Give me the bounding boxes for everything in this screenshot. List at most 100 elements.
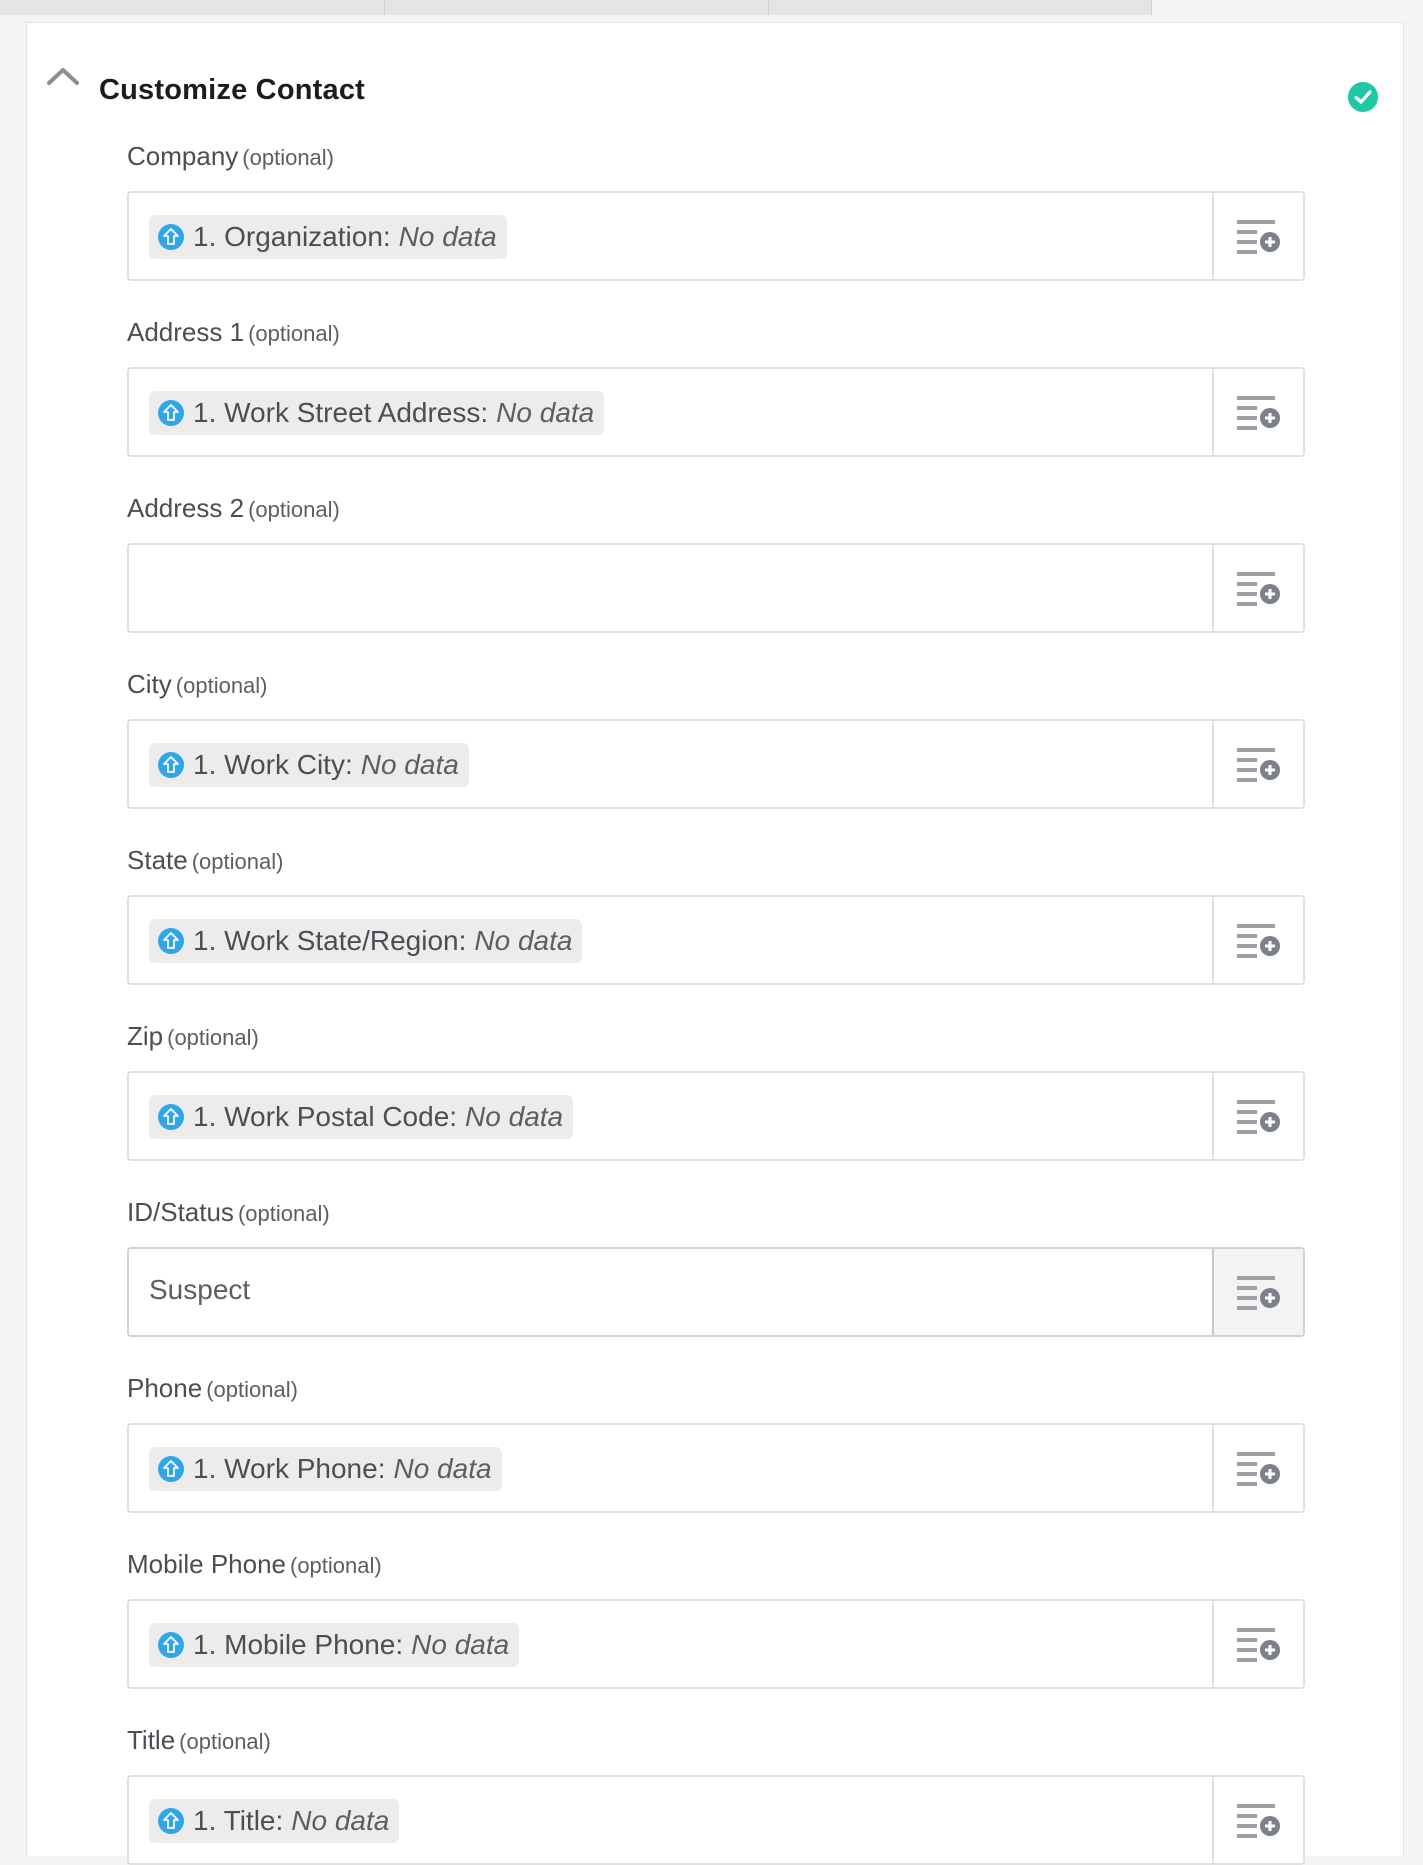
app-step-icon — [158, 1104, 184, 1130]
insert-data-button[interactable] — [1212, 721, 1303, 807]
input-area[interactable]: 1. Work State/Region: No data — [129, 897, 1212, 983]
field-label-text: Address 2 — [127, 493, 245, 523]
insert-data-button[interactable] — [1212, 1777, 1303, 1863]
list-add-icon — [1237, 1276, 1280, 1310]
company-input[interactable]: 1. Organization: No data — [127, 191, 1305, 281]
mobile-phone-input[interactable]: 1. Mobile Phone: No data — [127, 1599, 1305, 1689]
mapped-field-value: No data — [360, 749, 459, 780]
section-header[interactable]: Customize Contact — [27, 23, 1403, 121]
field-label-text: Title — [127, 1725, 176, 1755]
field-label-text: Phone — [127, 1373, 203, 1403]
list-add-icon — [1237, 1100, 1280, 1134]
optional-marker: (optional) — [206, 1377, 298, 1402]
insert-data-button[interactable] — [1212, 193, 1303, 279]
list-add-icon — [1237, 1452, 1280, 1486]
app-step-icon — [158, 1808, 184, 1834]
mapped-field-name: 1. Work City: — [193, 749, 353, 780]
insert-data-button[interactable] — [1212, 897, 1303, 983]
app-step-icon — [158, 400, 184, 426]
address-2-input[interactable] — [127, 543, 1305, 633]
mapped-field-pill[interactable]: 1. Title: No data — [149, 1799, 400, 1843]
list-add-icon — [1237, 924, 1280, 958]
list-add-icon — [1237, 748, 1280, 782]
mapped-field-value: No data — [474, 925, 573, 956]
tab-segment[interactable] — [385, 0, 769, 15]
field-label-text: Address 1 — [127, 317, 245, 347]
input-area[interactable]: 1. Work Phone: No data — [129, 1425, 1212, 1511]
input-area[interactable]: 1. Mobile Phone: No data — [129, 1601, 1212, 1687]
field-label: Mobile Phone (optional) — [127, 1549, 382, 1589]
insert-data-button[interactable] — [1212, 369, 1303, 455]
id-status-input[interactable]: Suspect — [127, 1247, 1305, 1337]
mapped-field-pill[interactable]: 1. Work Phone: No data — [149, 1447, 502, 1491]
collapse-button[interactable] — [45, 63, 85, 93]
field-label: ID/Status (optional) — [127, 1197, 330, 1237]
mapped-field-name: 1. Work State/Region: — [193, 925, 467, 956]
section-title: Customize Contact — [99, 74, 366, 106]
field-label-text: State — [127, 845, 188, 875]
chevron-up-icon — [47, 68, 79, 85]
input-area[interactable]: 1. Organization: No data — [129, 193, 1212, 279]
list-add-icon — [1237, 1804, 1280, 1838]
optional-marker: (optional) — [237, 1201, 330, 1226]
insert-data-button[interactable] — [1212, 545, 1303, 631]
field-label: Company (optional) — [127, 141, 334, 181]
mapped-field-value: No data — [465, 1101, 564, 1132]
input-area[interactable] — [129, 545, 1212, 631]
mapped-field-pill[interactable]: 1. Work Postal Code: No data — [149, 1095, 574, 1139]
mapped-field-name: 1. Title: — [193, 1805, 284, 1836]
title-input[interactable]: 1. Title: No data — [127, 1775, 1305, 1865]
app-step-icon — [158, 752, 184, 778]
optional-marker: (optional) — [191, 849, 284, 874]
input-area[interactable]: 1. Work Street Address: No data — [129, 369, 1212, 455]
phone-input[interactable]: 1. Work Phone: No data — [127, 1423, 1305, 1513]
address-1-input[interactable]: 1. Work Street Address: No data — [127, 367, 1305, 457]
optional-marker: (optional) — [248, 321, 340, 346]
list-add-icon — [1237, 1628, 1280, 1662]
input-area[interactable]: 1. Title: No data — [129, 1777, 1212, 1863]
tab-segment[interactable] — [0, 0, 385, 15]
mapped-field-value: No data — [291, 1805, 390, 1836]
mapped-field-value: No data — [398, 221, 497, 252]
optional-marker: (optional) — [175, 673, 268, 698]
field-label: City (optional) — [127, 669, 268, 709]
mapped-field-value: No data — [496, 397, 595, 428]
field-label: State (optional) — [127, 845, 283, 885]
state-input[interactable]: 1. Work State/Region: No data — [127, 895, 1305, 985]
list-add-icon — [1237, 220, 1280, 254]
mapped-field-pill[interactable]: 1. Work State/Region: No data — [149, 919, 583, 963]
insert-data-button[interactable] — [1212, 1249, 1303, 1335]
insert-data-button[interactable] — [1212, 1073, 1303, 1159]
mapped-field-pill[interactable]: 1. Mobile Phone: No data — [149, 1623, 520, 1667]
insert-data-button[interactable] — [1212, 1601, 1303, 1687]
optional-marker: (optional) — [167, 1025, 259, 1050]
field-label-text: ID/Status — [127, 1197, 234, 1227]
optional-marker: (optional) — [248, 497, 340, 522]
field-label: Zip (optional) — [127, 1021, 259, 1061]
top-tab-strip — [0, 0, 1423, 15]
app-step-icon — [158, 1632, 184, 1658]
insert-data-button[interactable] — [1212, 1425, 1303, 1511]
mapped-field-pill[interactable]: 1. Work City: No data — [149, 743, 469, 787]
input-area[interactable]: 1. Work Postal Code: No data — [129, 1073, 1212, 1159]
mapped-field-name: 1. Organization: — [193, 221, 391, 252]
input-area[interactable]: 1. Work City: No data — [129, 721, 1212, 807]
city-input[interactable]: 1. Work City: No data — [127, 719, 1305, 809]
field-label-text: Mobile Phone — [127, 1549, 286, 1579]
mapped-field-value: No data — [393, 1453, 492, 1484]
mapped-field-name: 1. Work Phone: — [193, 1453, 386, 1484]
field-label-text: City — [127, 669, 172, 699]
field-label-text: Company — [127, 141, 239, 171]
mapped-field-pill[interactable]: 1. Work Street Address: No data — [149, 391, 605, 435]
field-label: Title (optional) — [127, 1725, 271, 1765]
tab-segment[interactable] — [769, 0, 1152, 15]
input-value: Suspect — [149, 1274, 251, 1305]
input-area[interactable]: Suspect — [129, 1249, 1212, 1335]
field-label-text: Zip — [127, 1021, 164, 1051]
mapped-field-pill[interactable]: 1. Organization: No data — [149, 215, 507, 259]
field-label: Address 1 (optional) — [127, 317, 340, 357]
checkmark-circle-icon — [1348, 82, 1378, 112]
app-step-icon — [158, 1456, 184, 1482]
mapped-field-name: 1. Work Postal Code: — [193, 1101, 458, 1132]
zip-input[interactable]: 1. Work Postal Code: No data — [127, 1071, 1305, 1161]
